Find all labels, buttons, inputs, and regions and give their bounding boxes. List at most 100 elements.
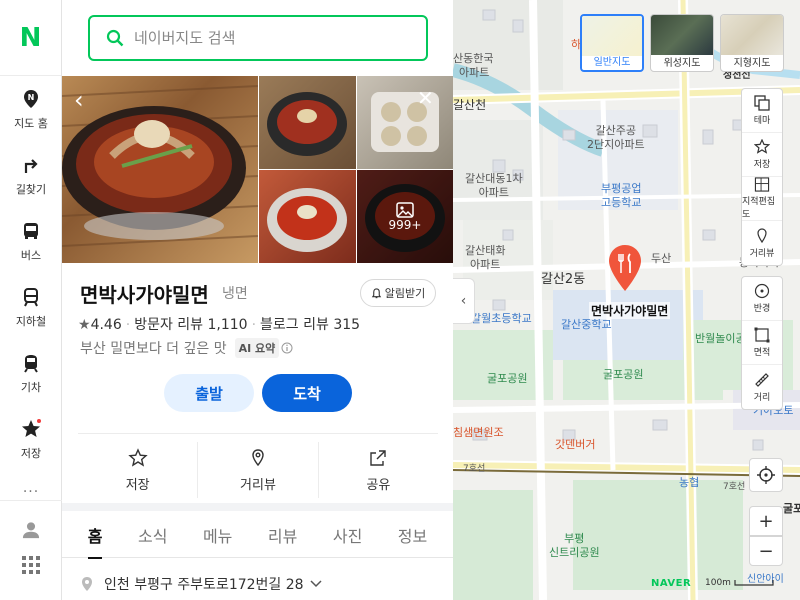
visitor-reviews-link[interactable]: 방문자 리뷰 1,110 [134,317,247,333]
star-icon [754,139,770,154]
action-row: 저장 거리뷰 공유 [78,442,438,498]
map-label: 굴포 [783,502,800,515]
restaurant-pin-icon[interactable] [608,244,642,292]
address-text: 인천 부평구 주부토로172번길 28 [104,577,304,593]
photo-thumb-more[interactable]: 999+ [357,170,453,263]
action-label: 저장 [125,477,150,493]
tab-news[interactable]: 소식 [138,512,167,558]
photo-gallery[interactable]: ‹ ✕ 999+ [62,76,453,263]
nav-item-directions[interactable]: 길찾기 [0,146,62,206]
theme-icon [754,95,770,111]
divider [78,433,438,434]
area-tool-button[interactable]: 면적 [742,321,782,365]
dumplings-thumb-image [371,92,439,152]
map-label: 굴포공원 [603,368,644,381]
tool-label: 거리뷰 [749,248,775,259]
nav-item-bus[interactable]: 버스 [0,212,62,272]
naver-map-logo: NAVER [651,578,692,589]
naver-n-logo[interactable]: N [20,23,42,53]
crosshair-icon [757,466,775,484]
star-outline-icon [127,447,148,467]
apps-grid-icon[interactable] [22,556,40,574]
photo-prev-icon[interactable]: ‹ [74,86,84,114]
nav-item-map-home[interactable]: N 지도 홈 [0,80,62,140]
radius-icon [754,283,770,299]
arrive-button[interactable]: 도착 [262,374,352,412]
depart-button[interactable]: 출발 [164,374,254,412]
nav-item-subway[interactable]: 지하철 [0,278,62,338]
my-location-button[interactable] [749,458,783,492]
distance-tool-button[interactable]: 거리 [742,365,782,409]
layer-terrain-map[interactable]: 지형지도 [720,14,784,72]
tab-home[interactable]: 홈 [87,512,102,559]
map-layer-selector: 일반지도 위성지도 지형지도 [580,14,784,72]
photo-main[interactable]: ‹ [62,76,258,263]
map-label: 산동한국 [453,52,494,65]
tab-photos[interactable]: 사진 [333,512,362,558]
notify-label: 알림받기 [384,287,426,300]
bell-icon [371,287,381,298]
map-label: 농협 [679,476,700,489]
saved-tool-button[interactable]: 저장 [742,133,782,177]
search-input[interactable] [134,29,394,47]
radius-tool-button[interactable]: 반경 [742,277,782,321]
map-label: 갈산태화 아파트 [465,244,506,271]
place-description: 부산 밀면보다 더 깊은 맛 AI 요약 [80,338,293,358]
chevron-down-icon[interactable] [310,580,322,588]
nav-more-button[interactable]: ··· [0,484,62,500]
zoom-in-button[interactable]: + [749,506,783,536]
notify-button[interactable]: 알림받기 [360,279,436,307]
map-label: 갈산중학교 [561,318,612,331]
map-label: 아파트 [459,66,490,79]
map-measure-tools: 반경 면적 거리 [741,276,783,410]
layer-normal-map[interactable]: 일반지도 [580,14,644,72]
collapse-panel-button[interactable]: ‹ [453,278,475,324]
photo-thumb[interactable]: ✕ [357,76,453,169]
place-panel: ‹ ✕ 999+ 면박사가야밀면 냉면 알림받기 ★4.46·방문자 리뷰 1,… [62,0,453,600]
map-label: 반월놀이공 [695,332,746,345]
tool-label: 저장 [753,160,771,170]
place-stats: ★4.46 · 방문자 리뷰 1,110 · 블로그 리뷰 315 [78,317,361,333]
share-action-button[interactable]: 공유 [319,442,438,498]
tab-menu[interactable]: 메뉴 [203,512,232,558]
street-view-action-button[interactable]: 거리뷰 [198,442,319,498]
map-label: 부평공업 고등학교 [601,182,642,209]
rating-star-icon: ★ [78,317,91,333]
save-action-button[interactable]: 저장 [78,442,199,498]
address-row[interactable]: 인천 부평구 주부토로172번길 28 [80,574,322,594]
map-view[interactable]: 산동한국 아파트 갈산천 하 정천선 갈산주공 2단지아파트 갈산대동1차 아파… [453,0,800,600]
section-gap [62,503,453,511]
train-icon [24,355,38,373]
more-photos-overlay[interactable]: 999+ [357,170,453,263]
bowl-thumb-image [267,92,347,156]
nav-item-train[interactable]: 기차 [0,344,62,404]
nav-item-saved[interactable]: 저장 [0,410,62,470]
street-view-icon [252,448,264,466]
layer-satellite-map[interactable]: 위성지도 [650,14,714,72]
photo-thumb[interactable] [259,170,356,263]
share-icon [370,449,387,466]
close-gallery-icon[interactable]: ✕ [417,86,434,110]
zoom-out-button[interactable]: − [749,536,783,566]
left-nav: N N 지도 홈 길찾기 버스 지하철 기차 저장 ··· [0,0,62,600]
profile-icon[interactable] [22,521,40,539]
street-view-tool-button[interactable]: 거리뷰 [742,221,782,265]
map-label: 갈월초등학교 [471,312,532,325]
nav-item-label: 지도 홈 [14,117,48,130]
description-text: 부산 밀면보다 더 깊은 맛 [80,341,227,357]
naver-logo[interactable]: N [0,0,61,76]
info-icon[interactable] [281,342,293,354]
layer-label: 일반지도 [593,57,631,68]
search-box[interactable] [88,15,428,61]
ai-summary-badge[interactable]: AI 요약 [234,338,280,358]
theme-tool-button[interactable]: 테마 [742,89,782,133]
place-category: 냉면 [222,286,248,302]
tab-info[interactable]: 정보 [398,512,427,558]
cadastral-tool-button[interactable]: 지적편집도 [742,177,782,221]
cadastral-icon [754,177,770,192]
photo-thumb[interactable] [259,76,356,169]
tab-reviews[interactable]: 리뷰 [268,512,297,558]
area-icon [754,327,770,343]
blog-reviews-link[interactable]: 블로그 리뷰 315 [260,317,360,333]
ruler-icon [755,372,769,387]
